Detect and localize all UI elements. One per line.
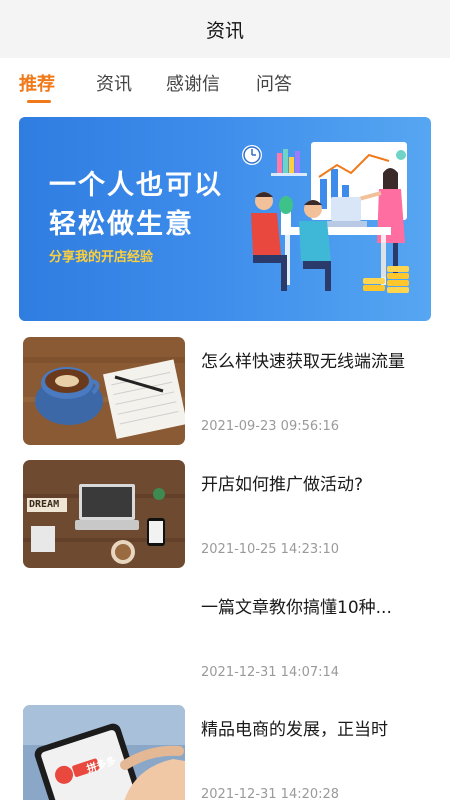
tab-thanks[interactable]: 感谢信 [166,70,220,96]
active-tab-indicator [27,100,51,103]
article-timestamp: 2021-09-23 09:56:16 [201,419,340,434]
article-title: 开店如何推广做活动? [201,475,364,495]
banner-headline-1: 一个人也可以 [49,170,223,201]
tab-bar: 推荐 资讯 感谢信 问答 [0,58,450,108]
article-title: 怎么样快速获取无线端流量 [201,352,405,372]
article-timestamp: 2021-10-25 14:23:10 [201,542,340,557]
article-item[interactable]: 拼多多 精品电商的发展，正当时 2021-12-31 14:20:28 [0,705,450,800]
promo-banner[interactable]: 一个人也可以 轻松做生意 分享我的开店经验 [19,117,431,321]
banner-subtitle: 分享我的开店经验 [49,250,154,265]
tab-recommend[interactable]: 推荐 [19,70,55,96]
phone-hand-image: 拼多多 [23,705,185,800]
page-title: 资讯 [205,19,244,42]
article-title: 精品电商的发展，正当时 [201,720,388,740]
coffee-notebook-image [23,337,185,445]
tab-news[interactable]: 资讯 [96,70,132,96]
tab-qa[interactable]: 问答 [256,70,292,96]
article-title: 一篇文章教你搞懂10种... [201,598,392,618]
article-timestamp: 2021-12-31 14:20:28 [201,787,340,800]
dream-sign: DREAM [29,499,60,510]
top-bar: 资讯 [0,0,450,58]
article-item[interactable]: 怎么样快速获取无线端流量 2021-09-23 09:56:16 [0,337,450,447]
banner-headline-2: 轻松做生意 [49,209,194,240]
article-item[interactable]: DREAM 开店如何推广做活动? 2021-10-25 14:23:10 [0,460,450,570]
laptop-desk-image: DREAM [23,460,185,568]
article-item[interactable]: 一篇文章教你搞懂10种... 2021-12-31 14:07:14 [0,583,450,693]
article-timestamp: 2021-12-31 14:07:14 [201,665,340,680]
